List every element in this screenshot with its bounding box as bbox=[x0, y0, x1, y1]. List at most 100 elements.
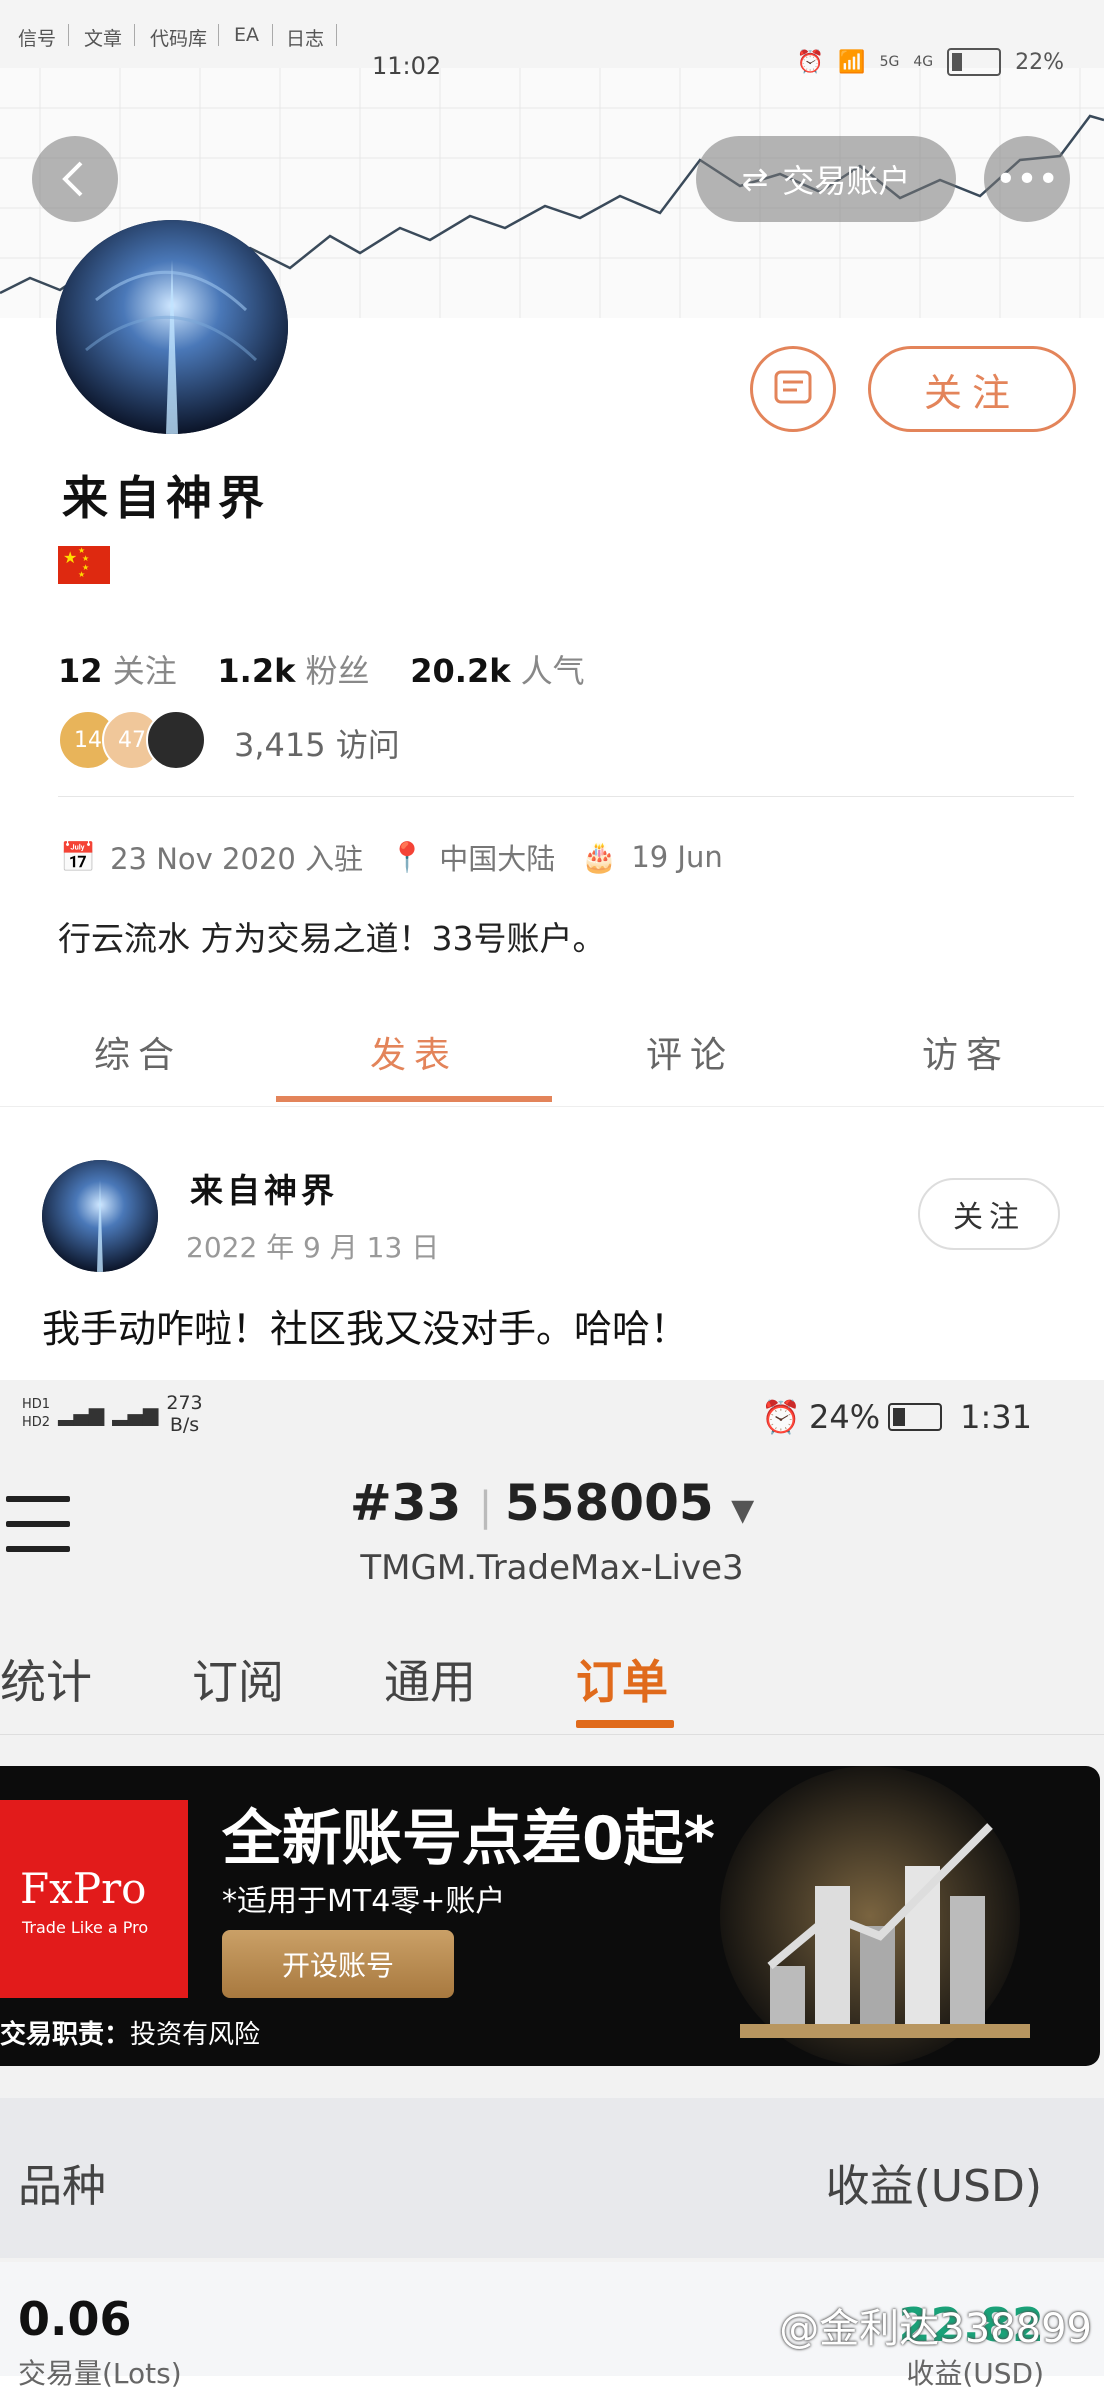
strip-tab-signals[interactable]: 信号 bbox=[18, 24, 56, 51]
post-date: 2022 年 9 月 13 日 bbox=[186, 1231, 440, 1264]
profile-username: 来自神界 bbox=[62, 471, 270, 525]
more-button[interactable]: ••• bbox=[984, 136, 1070, 222]
following-label[interactable]: 关注 bbox=[113, 652, 177, 690]
visits-count: 3,415 访问 bbox=[234, 720, 400, 766]
column-profit: 收益(USD) bbox=[825, 2161, 1042, 2212]
account-selector[interactable]: #33 | 558005 ▼ bbox=[0, 1474, 1104, 1532]
avatar-image bbox=[42, 1160, 158, 1272]
divider bbox=[134, 24, 135, 46]
profile-meta: 📅 23 Nov 2020 入驻 📍 中国大陆 🎂 19 Jun bbox=[60, 836, 723, 878]
active-tab-indicator bbox=[276, 1096, 552, 1102]
tab-overview[interactable]: 综合 bbox=[0, 1026, 276, 1078]
tab-posts[interactable]: 发表 bbox=[276, 1026, 552, 1078]
battery-icon bbox=[888, 1403, 943, 1431]
dropdown-arrow-icon: ▼ bbox=[731, 1493, 755, 1528]
fans-count[interactable]: 1.2k bbox=[217, 652, 295, 690]
fxpro-logo: FxPro Trade Like a Pro bbox=[0, 1800, 188, 1998]
tab-general[interactable]: 通用 bbox=[384, 1646, 476, 1712]
active-tab-indicator bbox=[576, 1720, 674, 1728]
account-tabs: 统计 订阅 通用 订单 bbox=[0, 1636, 1104, 1735]
alarm-icon: ⏰ bbox=[796, 49, 825, 75]
chevron-left-icon bbox=[62, 161, 83, 197]
banner-subtitle: *适用于MT4零+账户 bbox=[222, 1884, 506, 1919]
divider bbox=[218, 24, 219, 46]
row-lots: 0.06 bbox=[18, 2292, 132, 2346]
disclaimer-label: 交易职责： bbox=[0, 2020, 131, 2050]
birthday: 19 Jun bbox=[631, 840, 723, 874]
china-flag-icon: ★ ★ ★ ★ ★ bbox=[58, 546, 110, 584]
post-username[interactable]: 来自神界 bbox=[190, 1164, 338, 1212]
strip-tab-code[interactable]: 代码库 bbox=[150, 24, 207, 51]
status-bar-right: ⏰ 24% 1:31 bbox=[761, 1398, 1032, 1436]
visits-label: 访问 bbox=[335, 726, 400, 764]
post-follow-button[interactable]: 关注 bbox=[918, 1178, 1060, 1250]
wifi-icon: 📶 bbox=[838, 49, 866, 75]
battery-percent: 22% bbox=[1015, 49, 1064, 75]
row-profit-label: 收益(USD) bbox=[906, 2357, 1044, 2390]
brand-tagline: Trade Like a Pro bbox=[22, 1918, 149, 1937]
chat-icon bbox=[774, 370, 812, 404]
banner-title: 全新账号点差0起* bbox=[222, 1804, 716, 1874]
brand-name: FxPro bbox=[20, 1864, 147, 1913]
network-4g: 4G bbox=[913, 54, 934, 70]
alarm-icon: ⏰ bbox=[761, 1398, 802, 1436]
joined-date: 23 Nov 2020 入驻 bbox=[110, 842, 364, 876]
avatar-image bbox=[56, 220, 288, 434]
tab-visitors[interactable]: 访客 bbox=[828, 1026, 1104, 1078]
network-speed-unit: B/s bbox=[169, 1414, 200, 1436]
signal-icon: ▂▄▆ bbox=[112, 1402, 159, 1426]
visits-number: 3,415 bbox=[234, 726, 326, 764]
following-count[interactable]: 12 bbox=[58, 652, 103, 690]
switch-account-label: 交易账户 bbox=[782, 162, 911, 200]
swap-icon: ⇄ bbox=[741, 160, 769, 198]
server-name: TMGM.TradeMax-Live3 bbox=[360, 1548, 744, 1588]
divider bbox=[336, 24, 337, 46]
cake-icon: 🎂 bbox=[581, 839, 618, 874]
network-5g: 5G bbox=[879, 54, 900, 70]
switch-account-button[interactable]: ⇄ 交易账户 bbox=[696, 136, 956, 222]
account-number: #33 bbox=[349, 1474, 462, 1532]
open-account-button[interactable]: 开设账号 bbox=[222, 1930, 454, 1998]
tab-comments[interactable]: 评论 bbox=[552, 1026, 828, 1078]
back-button[interactable] bbox=[32, 136, 118, 222]
watermark: @金利达338899 bbox=[779, 2306, 1092, 2352]
network-speed: 273 bbox=[166, 1392, 203, 1414]
divider bbox=[272, 24, 273, 46]
tab-subscribe[interactable]: 订阅 bbox=[192, 1646, 284, 1712]
column-symbol: 品种 bbox=[18, 2161, 106, 2212]
location: 中国大陆 bbox=[439, 842, 556, 876]
tab-statistics[interactable]: 统计 bbox=[0, 1646, 92, 1712]
popularity-count: 20.2k bbox=[410, 652, 511, 690]
follow-button[interactable]: 关注 bbox=[868, 346, 1076, 432]
signal-icon: ▂▄▆ bbox=[58, 1402, 105, 1426]
strip-tab-ea[interactable]: EA bbox=[234, 24, 259, 46]
visitor-avatar bbox=[146, 710, 206, 770]
post-avatar[interactable] bbox=[42, 1160, 158, 1272]
message-button[interactable] bbox=[750, 346, 836, 432]
avatar[interactable] bbox=[56, 220, 288, 434]
profile-bio: 行云流水 方为交易之道！33号账户。 bbox=[58, 919, 606, 958]
fans-label[interactable]: 粉丝 bbox=[306, 652, 370, 690]
risk-disclaimer: 交易职责：投资有风险 bbox=[0, 2014, 260, 2051]
location-pin-icon: 📍 bbox=[389, 839, 426, 874]
strip-tab-log[interactable]: 日志 bbox=[286, 24, 324, 51]
divider bbox=[68, 24, 69, 46]
post-text[interactable]: 我手动咋啦！社区我又没对手。哈哈！ bbox=[42, 1298, 688, 1353]
hd-sim-icon: HD1 HD2 bbox=[22, 1397, 51, 1430]
profile-tabs: 综合 发表 评论 访客 bbox=[0, 1006, 1104, 1107]
account-login: 558005 bbox=[504, 1474, 714, 1532]
divider bbox=[58, 796, 1074, 797]
status-bar-right: ⏰ 📶 5G 4G 22% bbox=[797, 48, 1064, 76]
battery-percent: 24% bbox=[809, 1398, 881, 1436]
status-time: 11:02 bbox=[372, 52, 442, 80]
more-icon: ••• bbox=[995, 158, 1059, 200]
battery-icon bbox=[947, 48, 1002, 76]
clock: 1:31 bbox=[960, 1398, 1032, 1436]
row-lots-label: 交易量(Lots) bbox=[18, 2357, 182, 2390]
disclaimer-text: 投资有风险 bbox=[130, 2020, 261, 2050]
calendar-icon: 📅 bbox=[60, 839, 97, 874]
status-bar-left: HD1 HD2 ▂▄▆ ▂▄▆ 273 B/s bbox=[22, 1392, 203, 1436]
profile-stats: 12 关注 1.2k 粉丝 20.2k 人气 bbox=[58, 646, 585, 692]
strip-tab-articles[interactable]: 文章 bbox=[84, 24, 122, 51]
tab-orders[interactable]: 订单 bbox=[576, 1646, 668, 1712]
